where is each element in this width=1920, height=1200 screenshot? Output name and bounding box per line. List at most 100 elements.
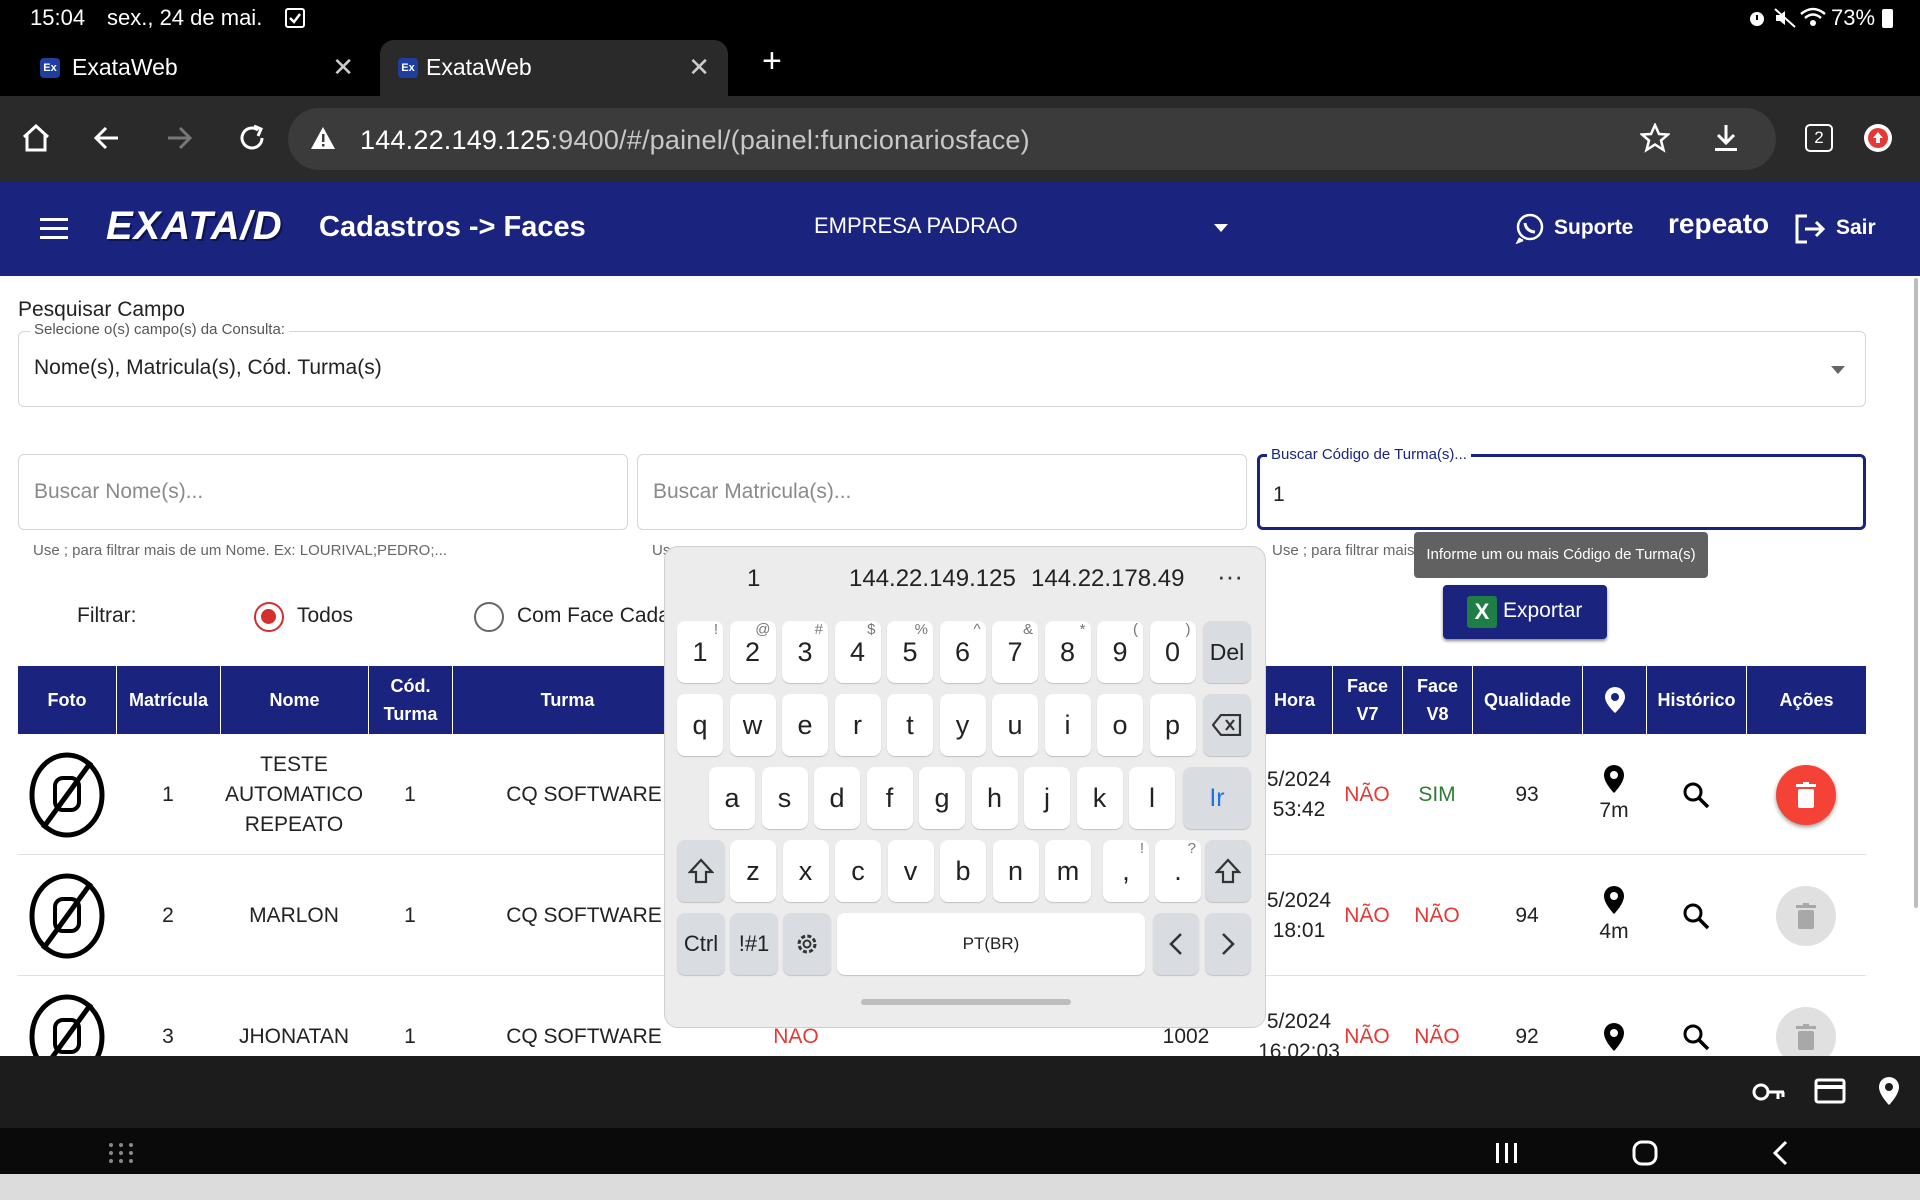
back-icon[interactable] bbox=[92, 122, 122, 154]
turma-search-input[interactable]: 1 bbox=[1257, 454, 1866, 530]
key-t[interactable]: t bbox=[887, 694, 933, 756]
address-bar[interactable]: 144.22.149.125:9400/#/painel/(painel:fun… bbox=[288, 108, 1776, 170]
key-d[interactable]: d bbox=[814, 767, 860, 829]
key-2[interactable]: 2 @ bbox=[729, 621, 776, 683]
location-button[interactable]: 4m bbox=[1582, 855, 1646, 976]
company-select[interactable]: EMPRESA PADRAO bbox=[790, 200, 1240, 256]
key-i[interactable]: i bbox=[1044, 694, 1091, 756]
forward-icon[interactable] bbox=[164, 122, 194, 154]
delete-button-disabled[interactable] bbox=[1746, 976, 1866, 1056]
history-button[interactable] bbox=[1646, 855, 1746, 976]
key-f[interactable]: f bbox=[866, 767, 913, 829]
browser-tab[interactable]: Ex ExataWeb ✕ bbox=[0, 40, 372, 96]
key-space[interactable]: PT(BR) bbox=[837, 913, 1145, 975]
employee-photo[interactable] bbox=[18, 734, 116, 855]
keyboard-drag-handle[interactable] bbox=[861, 999, 1071, 1005]
menu-hamburger-icon[interactable] bbox=[40, 218, 68, 240]
download-icon[interactable] bbox=[1712, 123, 1740, 153]
system-nav-bar bbox=[0, 1128, 1920, 1174]
employee-photo[interactable] bbox=[18, 855, 116, 976]
bookmark-star-icon[interactable] bbox=[1640, 123, 1670, 153]
more-options-icon[interactable]: ··· bbox=[1217, 561, 1243, 592]
matricula-search-input[interactable]: Buscar Matricula(s)... bbox=[637, 454, 1247, 530]
key-p[interactable]: p bbox=[1149, 694, 1196, 756]
history-button[interactable] bbox=[1646, 734, 1746, 855]
key-r[interactable]: r bbox=[834, 694, 881, 756]
reload-icon[interactable] bbox=[236, 122, 268, 154]
key-left-arrow[interactable] bbox=[1153, 913, 1199, 975]
history-button[interactable] bbox=[1646, 976, 1746, 1056]
key-b[interactable]: b bbox=[940, 840, 986, 902]
key-symbols[interactable]: !#1 bbox=[730, 913, 778, 975]
key-n[interactable]: n bbox=[992, 840, 1039, 902]
suggestion-item[interactable]: 144.22.178.49 bbox=[1031, 565, 1184, 593]
delete-button-disabled[interactable] bbox=[1746, 855, 1866, 976]
key-del[interactable]: Del bbox=[1203, 621, 1251, 683]
key-settings[interactable] bbox=[783, 913, 831, 975]
key-1[interactable]: 1! bbox=[677, 621, 723, 683]
key-s[interactable]: s bbox=[761, 767, 808, 829]
location-button[interactable]: 7m bbox=[1582, 734, 1646, 855]
home-icon[interactable] bbox=[20, 122, 52, 154]
key-backspace[interactable] bbox=[1203, 694, 1251, 756]
key-j[interactable]: j bbox=[1024, 767, 1070, 829]
key-comma[interactable]: ,! bbox=[1103, 840, 1149, 902]
key-3[interactable]: 3 # bbox=[782, 621, 828, 683]
location-pin-icon[interactable] bbox=[1878, 1076, 1900, 1106]
key-h[interactable]: h bbox=[971, 767, 1018, 829]
key-a[interactable]: a bbox=[709, 767, 755, 829]
key-q[interactable]: q bbox=[677, 694, 723, 756]
page-scrollbar[interactable] bbox=[1914, 278, 1918, 908]
logout-button[interactable]: Sair bbox=[1794, 212, 1894, 248]
key-g[interactable]: g bbox=[919, 767, 965, 829]
fields-select[interactable]: Nome(s), Matricula(s), Cód. Turma(s) bbox=[18, 331, 1866, 407]
key-6[interactable]: 6 ^ bbox=[939, 621, 986, 683]
key-0[interactable]: 0) bbox=[1149, 621, 1196, 683]
employee-photo[interactable] bbox=[18, 976, 116, 1056]
key-period[interactable]: .? bbox=[1155, 840, 1201, 902]
suggestion-item[interactable]: 1 bbox=[747, 565, 760, 593]
key-9[interactable]: 9( bbox=[1097, 621, 1143, 683]
browser-tab-active[interactable]: Ex ExataWeb ✕ bbox=[380, 40, 728, 96]
key-m[interactable]: m bbox=[1045, 840, 1091, 902]
export-button[interactable]: X Exportar bbox=[1443, 585, 1607, 639]
credit-card-icon[interactable] bbox=[1814, 1078, 1846, 1104]
keyboard-grid-icon[interactable] bbox=[108, 1142, 134, 1164]
key-4[interactable]: 4 $ bbox=[834, 621, 881, 683]
key-y[interactable]: y bbox=[939, 694, 986, 756]
key-x[interactable]: x bbox=[782, 840, 829, 902]
profile-update-icon[interactable] bbox=[1864, 124, 1892, 152]
key-password-icon[interactable] bbox=[1752, 1080, 1786, 1104]
recent-apps-icon[interactable] bbox=[1494, 1142, 1520, 1164]
back-nav-icon[interactable] bbox=[1772, 1140, 1788, 1166]
not-secure-warning-icon[interactable] bbox=[310, 126, 336, 150]
key-7[interactable]: 7 & bbox=[992, 621, 1038, 683]
close-tab-icon[interactable]: ✕ bbox=[332, 52, 354, 83]
key-8[interactable]: 8 * bbox=[1044, 621, 1091, 683]
key-shift-right[interactable] bbox=[1205, 840, 1251, 902]
browser-toolbar: 144.22.149.125:9400/#/painel/(painel:fun… bbox=[0, 96, 1920, 182]
key-l[interactable]: l bbox=[1129, 767, 1175, 829]
key-e[interactable]: e bbox=[782, 694, 828, 756]
new-tab-icon[interactable]: + bbox=[762, 42, 782, 81]
key-u[interactable]: u bbox=[992, 694, 1038, 756]
key-ctrl[interactable]: Ctrl bbox=[677, 913, 725, 975]
delete-button[interactable] bbox=[1746, 734, 1866, 855]
key-5[interactable]: 5% bbox=[887, 621, 933, 683]
key-v[interactable]: v bbox=[887, 840, 934, 902]
location-button[interactable] bbox=[1582, 976, 1646, 1056]
suggestion-item[interactable]: 144.22.149.125 bbox=[849, 565, 1016, 593]
tab-switcher-button[interactable]: 2 bbox=[1805, 124, 1833, 152]
key-o[interactable]: o bbox=[1097, 694, 1143, 756]
key-shift-left[interactable] bbox=[677, 840, 725, 902]
key-w[interactable]: w bbox=[729, 694, 776, 756]
close-tab-icon[interactable]: ✕ bbox=[688, 52, 710, 83]
home-nav-icon[interactable] bbox=[1632, 1140, 1658, 1166]
filter-option-label: Todos bbox=[297, 604, 354, 627]
name-search-input[interactable]: Buscar Nome(s)... bbox=[18, 454, 628, 530]
col-matricula: Matrícula bbox=[116, 666, 220, 734]
key-k[interactable]: k bbox=[1076, 767, 1123, 829]
key-c[interactable]: c bbox=[835, 840, 881, 902]
key-right-arrow[interactable] bbox=[1205, 913, 1251, 975]
key-z[interactable]: z bbox=[730, 840, 776, 902]
